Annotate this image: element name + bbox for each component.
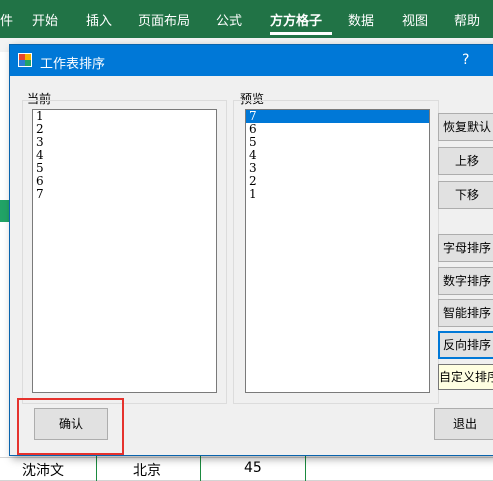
numeric-sort-button[interactable]: 数字排序 bbox=[438, 267, 493, 295]
active-tab-indicator bbox=[270, 32, 332, 35]
move-down-button[interactable]: 下移 bbox=[438, 181, 493, 209]
tab-fangfanggezi[interactable]: 方方格子 bbox=[270, 10, 322, 29]
list-item[interactable]: 3 bbox=[33, 136, 216, 149]
tab-file[interactable]: 件 bbox=[0, 10, 13, 29]
cell-number[interactable]: 45 bbox=[244, 460, 262, 476]
confirm-highlight-box bbox=[17, 398, 124, 455]
list-item[interactable]: 7 bbox=[33, 188, 216, 201]
tab-formulas[interactable]: 公式 bbox=[216, 10, 242, 29]
list-item[interactable]: 4 bbox=[33, 149, 216, 162]
cell-name[interactable]: 沈沛文 bbox=[22, 460, 64, 480]
list-item[interactable]: 6 bbox=[246, 123, 429, 136]
tab-page-layout[interactable]: 页面布局 bbox=[138, 10, 190, 29]
tab-data[interactable]: 数据 bbox=[348, 10, 374, 29]
custom-sort-button[interactable]: 自定义排序 bbox=[438, 364, 493, 390]
current-sheet-list[interactable]: 1234567 bbox=[32, 109, 217, 393]
dialog-titlebar[interactable]: 工作表排序 ? bbox=[10, 45, 493, 76]
smart-sort-button[interactable]: 智能排序 bbox=[438, 299, 493, 327]
tab-home[interactable]: 开始 bbox=[32, 10, 58, 29]
list-item[interactable]: 5 bbox=[246, 136, 429, 149]
dialog-title: 工作表排序 bbox=[40, 57, 106, 72]
list-item[interactable]: 7 bbox=[246, 110, 429, 123]
list-item[interactable]: 4 bbox=[246, 149, 429, 162]
excel-ribbon: 件 开始 插入 页面布局 公式 方方格子 数据 视图 帮助 bbox=[0, 0, 493, 38]
list-item[interactable]: 6 bbox=[33, 175, 216, 188]
alphabetical-sort-button[interactable]: 字母排序 bbox=[438, 234, 493, 262]
help-button[interactable]: ? bbox=[462, 52, 469, 68]
cell-city[interactable]: 北京 bbox=[133, 460, 161, 480]
list-item[interactable]: 3 bbox=[246, 162, 429, 175]
sheet-sort-dialog: 工作表排序 ? 当前 1234567 预览 7654321 恢复默认 上移 下移… bbox=[9, 44, 493, 456]
move-up-button[interactable]: 上移 bbox=[438, 147, 493, 175]
tab-help[interactable]: 帮助 bbox=[454, 10, 480, 29]
list-item[interactable]: 1 bbox=[246, 188, 429, 201]
grid-line bbox=[0, 457, 493, 458]
list-item[interactable]: 2 bbox=[246, 175, 429, 188]
tab-view[interactable]: 视图 bbox=[402, 10, 428, 29]
list-item[interactable]: 2 bbox=[33, 123, 216, 136]
restore-default-button[interactable]: 恢复默认 bbox=[438, 113, 493, 141]
tab-insert[interactable]: 插入 bbox=[86, 10, 112, 29]
reverse-sort-button[interactable]: 反向排序 bbox=[438, 331, 493, 359]
list-item[interactable]: 5 bbox=[33, 162, 216, 175]
preview-sheet-list[interactable]: 7654321 bbox=[245, 109, 430, 393]
exit-button[interactable]: 退出 bbox=[434, 408, 493, 440]
list-item[interactable]: 1 bbox=[33, 110, 216, 123]
app-icon bbox=[18, 53, 32, 67]
